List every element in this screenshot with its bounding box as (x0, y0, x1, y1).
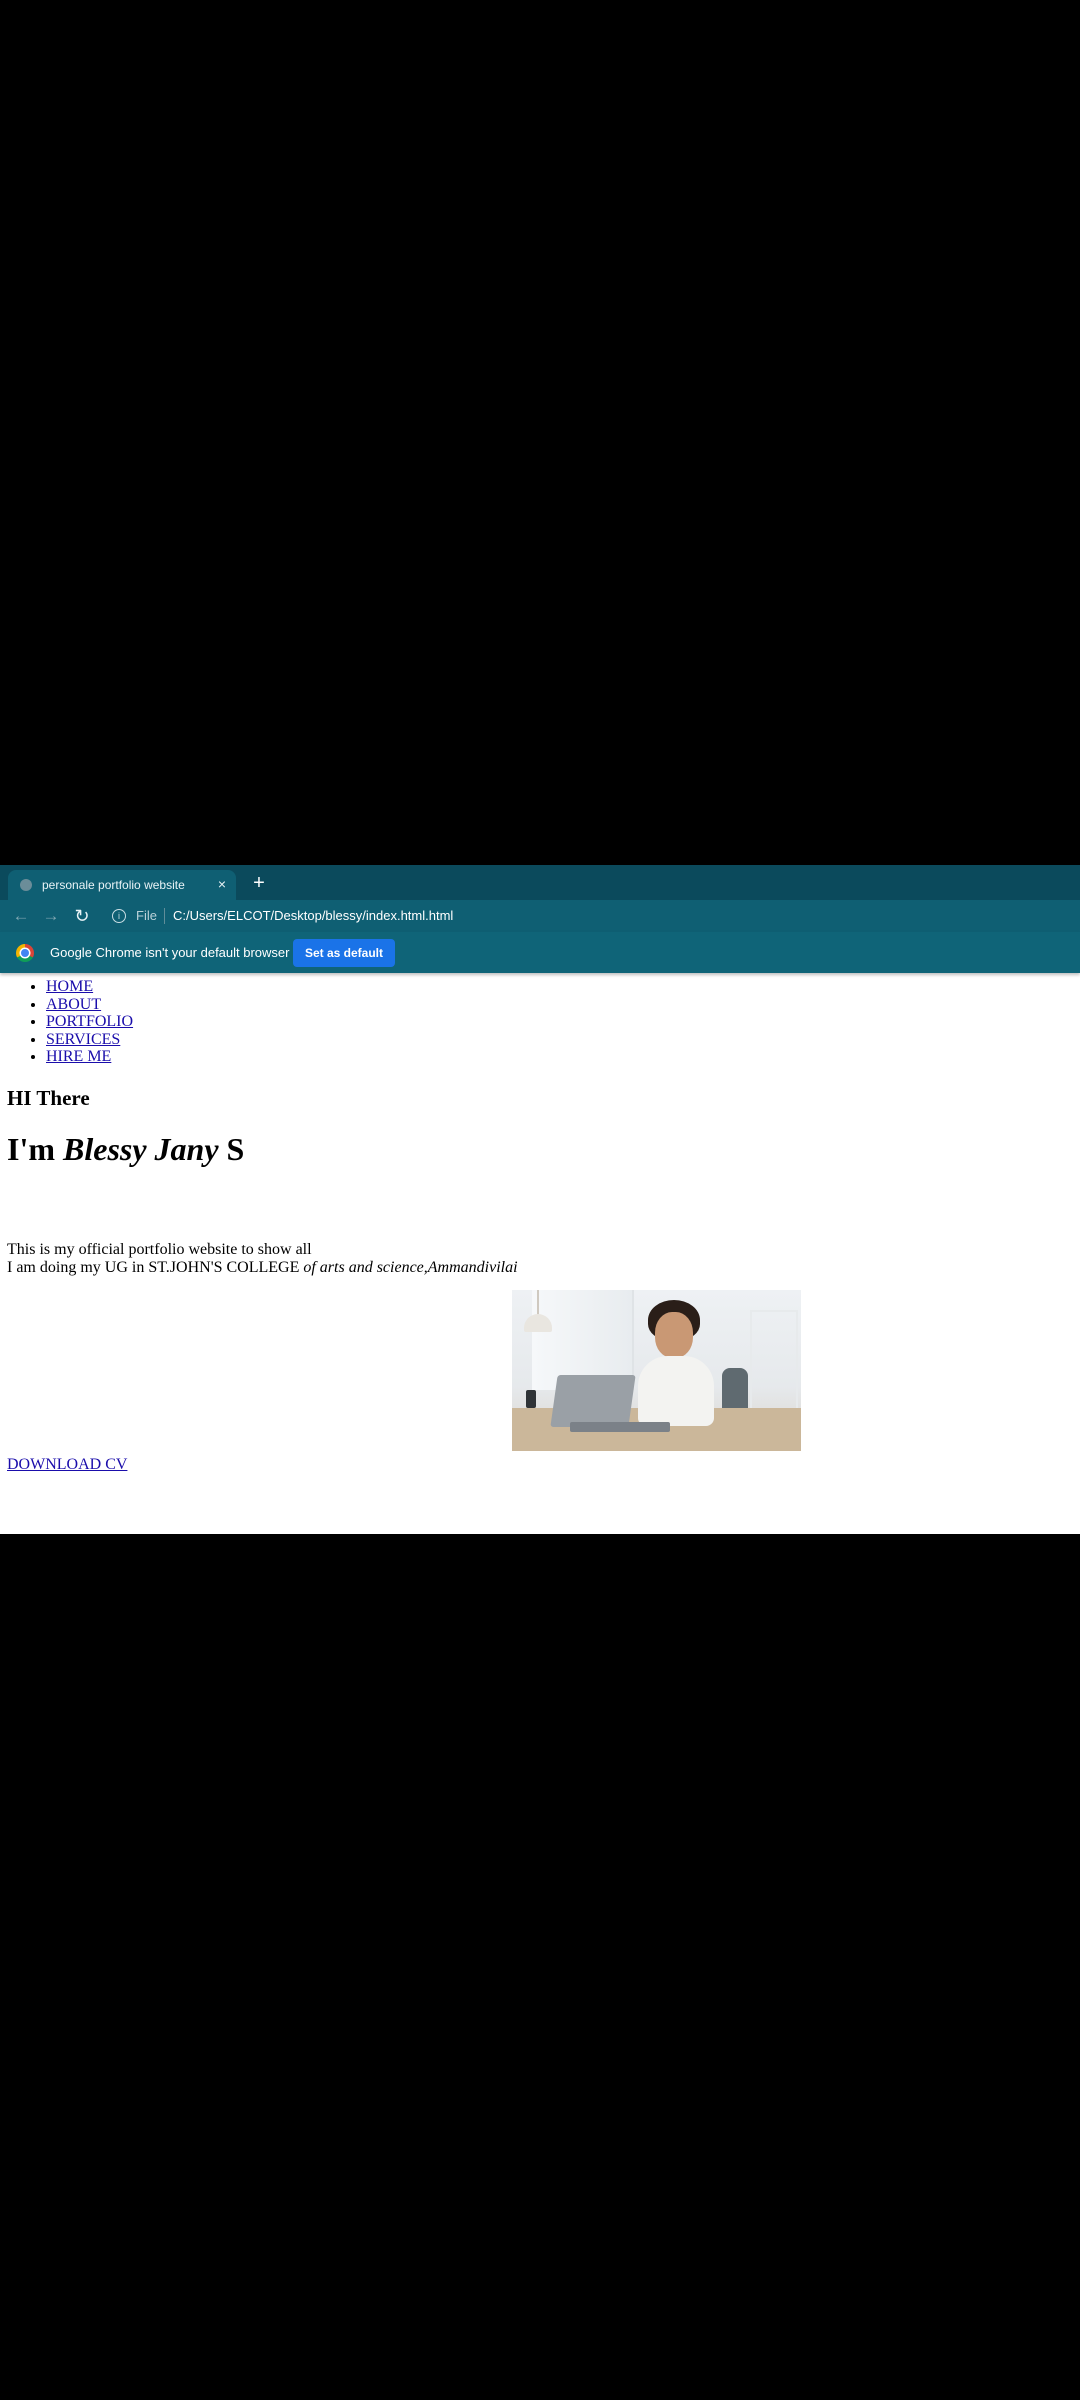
photo-lamp-pole (537, 1290, 539, 1316)
photo-person-head (655, 1312, 693, 1358)
url-scheme-label: File (136, 908, 157, 923)
chrome-logo-icon (16, 944, 34, 962)
para-line-1: This is my official portfolio website to… (7, 1241, 312, 1258)
tab-title: personale portfolio website (42, 878, 185, 892)
nav-link-hire-me[interactable]: HIRE ME (46, 1048, 111, 1065)
globe-icon (20, 879, 32, 891)
intro-suffix: S (218, 1131, 245, 1167)
photo-laptop-base (570, 1422, 670, 1432)
close-icon[interactable]: × (218, 876, 226, 892)
nav-item: ABOUT (46, 996, 133, 1014)
nav-list: HOME ABOUT PORTFOLIO SERVICES HIRE ME (46, 978, 133, 1066)
forward-button[interactable]: → (40, 905, 62, 927)
infobar-message: Google Chrome isn't your default browser (50, 945, 290, 960)
tab-active[interactable]: personale portfolio website × (8, 870, 236, 900)
para-line-2-italic: of arts and science,Ammandivilai (303, 1258, 518, 1276)
divider (164, 908, 165, 924)
nav-item: HIRE ME (46, 1048, 133, 1066)
intro-name: Blessy Jany (63, 1131, 219, 1167)
info-icon[interactable]: i (112, 909, 126, 923)
reload-button[interactable]: ↻ (71, 905, 93, 927)
intro-paragraph: This is my official portfolio website to… (7, 1241, 518, 1276)
photo-person-body (638, 1356, 714, 1426)
download-cv-link[interactable]: DOWNLOAD CV (7, 1456, 127, 1474)
nav-item: HOME (46, 978, 133, 996)
address-bar[interactable]: i File C:/Users/ELCOT/Desktop/blessy/ind… (100, 903, 1070, 929)
browser-window: personale portfolio website × + ← → ↻ i … (0, 865, 1080, 1534)
nav-link-about[interactable]: ABOUT (46, 996, 101, 1013)
back-button[interactable]: ← (10, 905, 32, 927)
photo-phone (526, 1390, 536, 1408)
photo-laptop (550, 1375, 636, 1427)
new-tab-button[interactable]: + (248, 872, 270, 894)
nav-link-portfolio[interactable]: PORTFOLIO (46, 1013, 133, 1030)
nav-item: PORTFOLIO (46, 1013, 133, 1031)
set-as-default-button[interactable]: Set as default (293, 939, 395, 967)
photo-wall-panel (750, 1310, 798, 1412)
nav-link-services[interactable]: SERVICES (46, 1031, 120, 1048)
nav-link-home[interactable]: HOME (46, 978, 93, 995)
intro-prefix: I'm (7, 1131, 63, 1167)
tab-strip: personale portfolio website × + (0, 865, 1080, 900)
default-browser-infobar: Google Chrome isn't your default browser… (0, 932, 1080, 973)
greeting-heading: HI There (7, 1086, 90, 1110)
para-line-2: I am doing my UG in ST.JOHN'S COLLEGE (7, 1258, 304, 1276)
page-content: HOME ABOUT PORTFOLIO SERVICES HIRE ME HI… (0, 973, 1080, 1534)
nav-item: SERVICES (46, 1031, 133, 1049)
portfolio-photo (512, 1290, 801, 1451)
toolbar: ← → ↻ i File C:/Users/ELCOT/Desktop/bles… (0, 900, 1080, 932)
intro-heading: I'm Blessy Jany S (7, 1131, 244, 1168)
url-text[interactable]: C:/Users/ELCOT/Desktop/blessy/index.html… (173, 908, 453, 923)
